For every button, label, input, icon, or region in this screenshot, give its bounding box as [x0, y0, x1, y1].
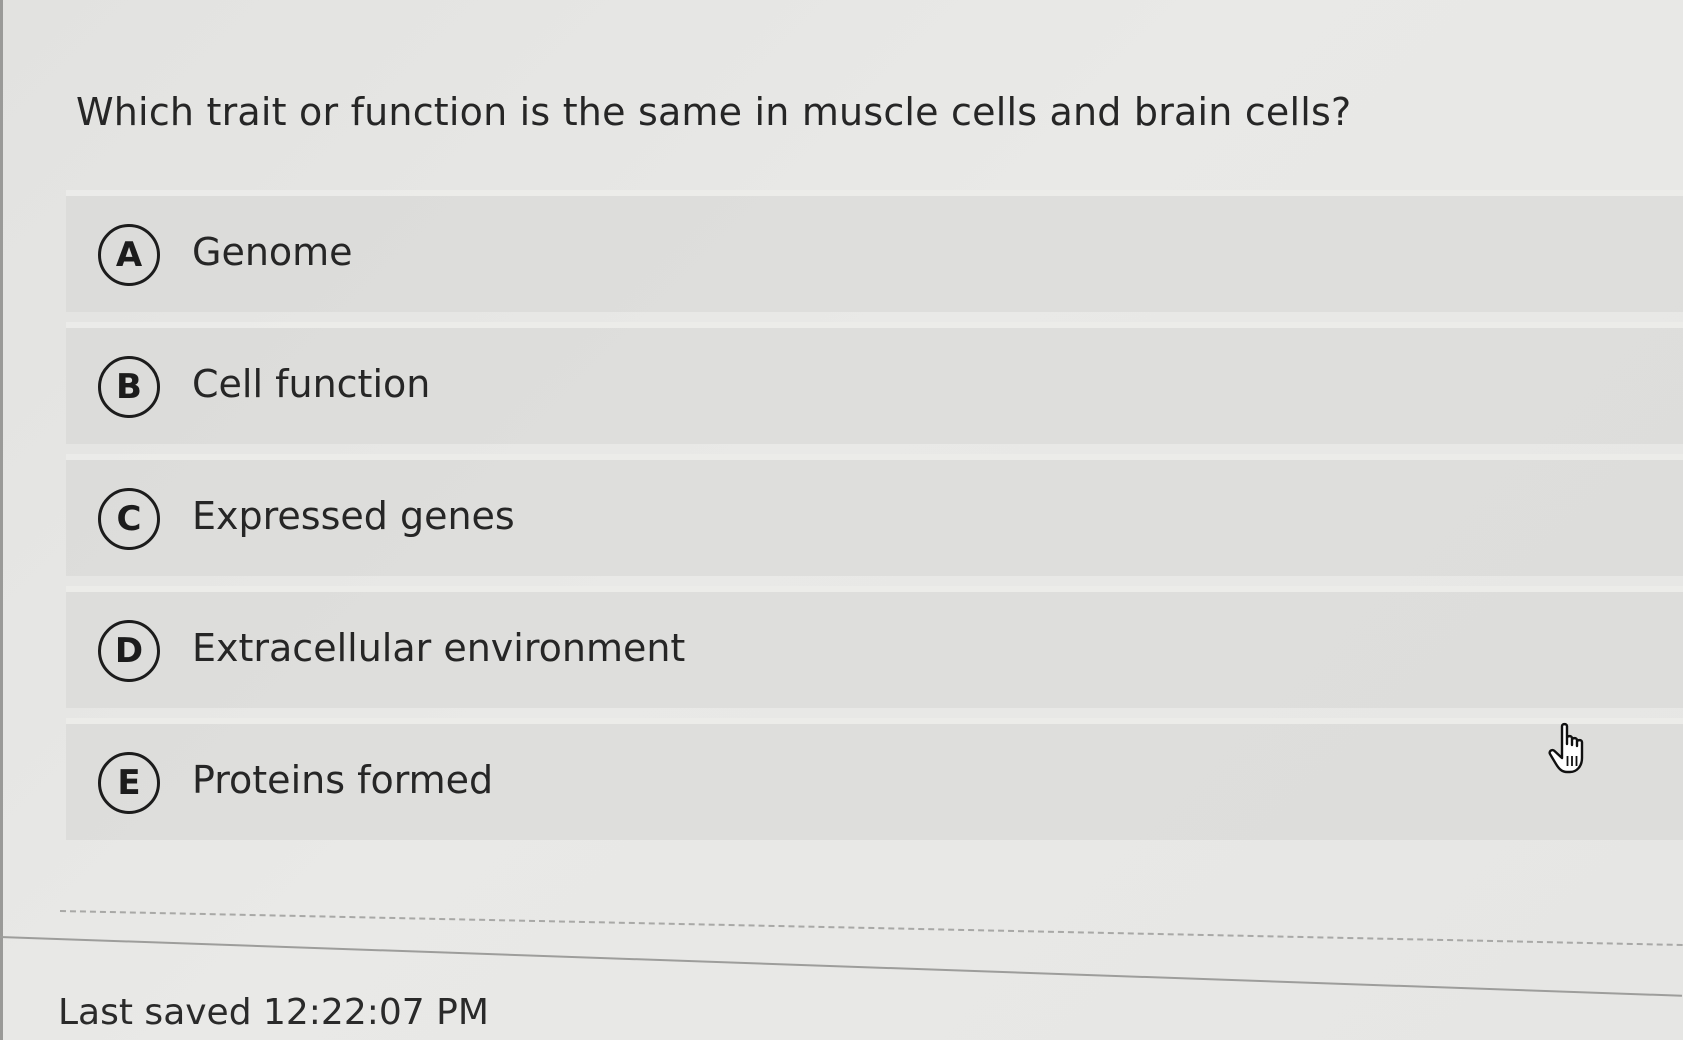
last-saved-status: Last saved 12:22:07 PM — [58, 992, 489, 1033]
option-c-letter-badge: C — [98, 488, 160, 550]
question-text: Which trait or function is the same in m… — [76, 90, 1352, 134]
option-a[interactable]: A Genome — [66, 190, 1683, 312]
screen-edge — [0, 0, 3, 1040]
option-d-label: Extracellular environment — [192, 626, 686, 670]
option-b[interactable]: B Cell function — [66, 322, 1683, 444]
footer-divider — [0, 936, 1683, 997]
option-d-letter-badge: D — [98, 620, 160, 682]
option-c[interactable]: C Expressed genes — [66, 454, 1683, 576]
option-a-letter-badge: A — [98, 224, 160, 286]
hand-pointer-icon — [1548, 722, 1584, 774]
dashed-divider — [59, 910, 1683, 946]
option-a-label: Genome — [192, 230, 353, 274]
option-b-label: Cell function — [192, 362, 431, 406]
option-c-label: Expressed genes — [192, 494, 515, 538]
option-b-letter-badge: B — [98, 356, 160, 418]
answer-options: A Genome B Cell function C Expressed gen… — [66, 190, 1683, 850]
option-e-label: Proteins formed — [192, 758, 494, 802]
option-e-letter-badge: E — [98, 752, 160, 814]
option-e[interactable]: E Proteins formed — [66, 718, 1683, 840]
option-d[interactable]: D Extracellular environment — [66, 586, 1683, 708]
